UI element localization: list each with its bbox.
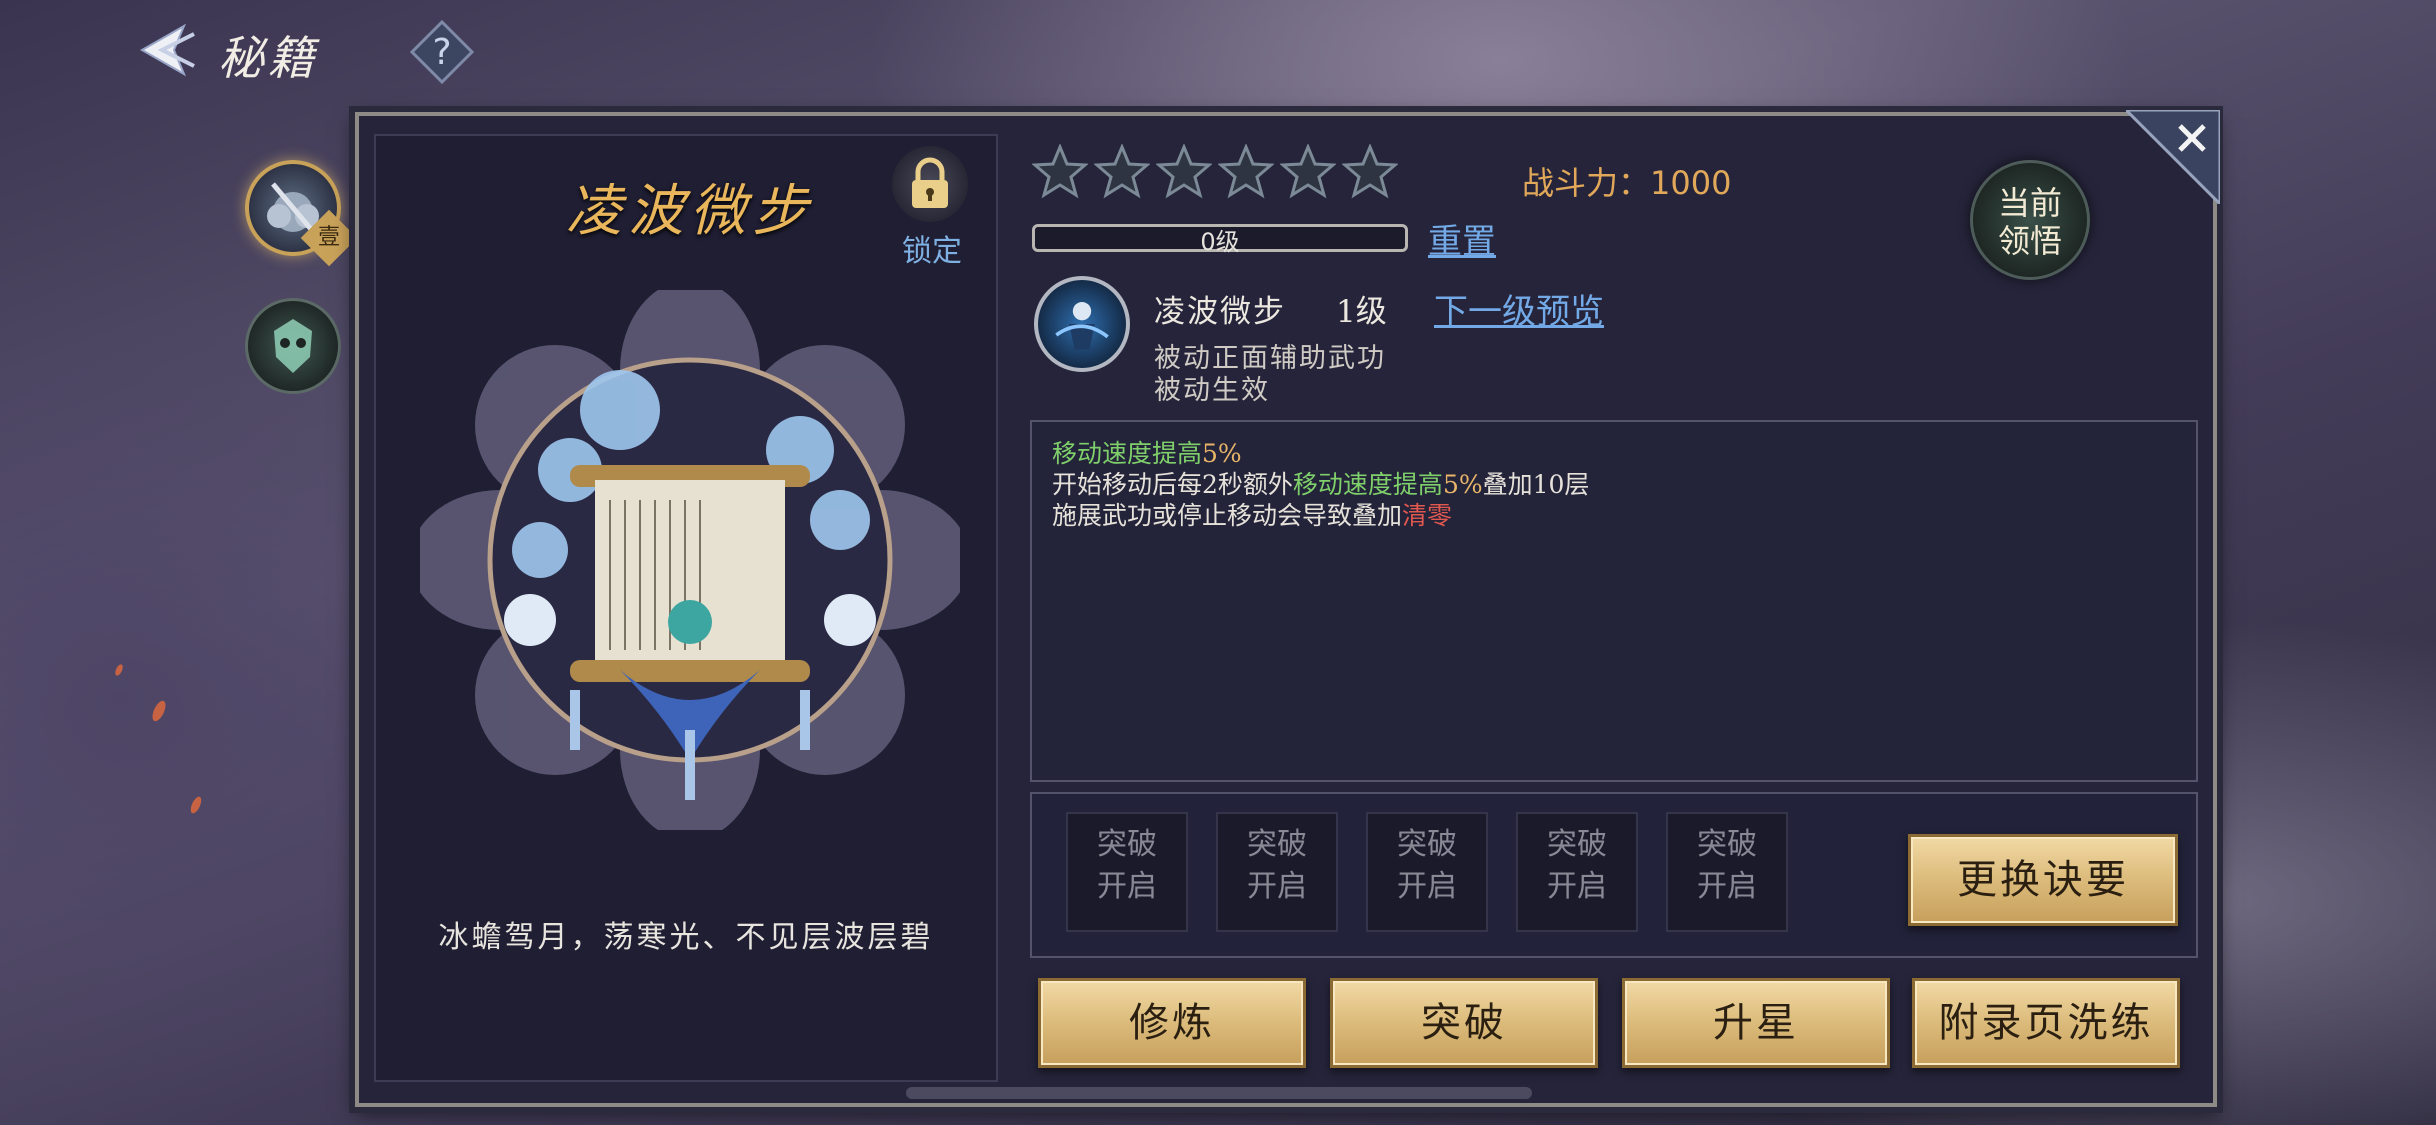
combat-power-label: 战斗力： [1522, 164, 1651, 202]
rank-badge: 壹 [300, 209, 358, 267]
empty-star-icon [1342, 144, 1398, 199]
lock-label[interactable]: 锁定 [890, 226, 974, 270]
empty-star-icon [1218, 144, 1274, 199]
svg-text:?: ? [432, 32, 451, 73]
tab-manual-mask[interactable] [245, 298, 341, 394]
breakthrough-button[interactable]: 突破 [1330, 978, 1598, 1068]
description-line: 施展武功或停止移动会导致叠加清零 [1052, 501, 1453, 530]
current-insight-label[interactable]: 当前 领悟 [1970, 184, 2090, 260]
level-progress-label: 0级 [1200, 228, 1240, 256]
breakthrough-slot-label: 突破 开启 [1247, 827, 1307, 904]
skill-description: 移动速度提高5% 开始移动后每2秒额外移动速度提高5%叠加10层 施展武功或停止… [1052, 438, 1589, 531]
breakthrough-slot-label: 突破 开启 [1697, 827, 1757, 904]
back-arrow-icon[interactable] [128, 20, 198, 80]
description-line: 开始移动后每2秒额外移动速度提高5%叠加10层 [1052, 470, 1590, 499]
skill-level: 1级 [1336, 294, 1387, 330]
lock-button[interactable] [892, 146, 968, 222]
manual-title: 凌波微步 [566, 179, 814, 244]
next-level-preview-link[interactable]: 下一级预览 [1434, 284, 1604, 333]
skill-icon[interactable] [1034, 276, 1130, 372]
page-title: 秘籍 [218, 31, 318, 85]
cultivate-button[interactable]: 修炼 [1038, 978, 1306, 1068]
manual-quote: 冰蟾驾月，荡寒光、不见层波层碧 [438, 920, 934, 955]
breakthrough-slot-label: 突破 开启 [1547, 827, 1607, 904]
star-up-button[interactable]: 升星 [1622, 978, 1890, 1068]
empty-star-icon [1094, 144, 1150, 199]
ember-decoration [113, 663, 125, 677]
description-line: 移动速度提高5% [1052, 439, 1242, 468]
skill-name: 凌波微步 [1154, 294, 1286, 330]
breakthrough-slot-label: 突破 开启 [1097, 827, 1157, 904]
empty-star-icon [1156, 144, 1212, 199]
ember-decoration [149, 698, 169, 724]
reset-link[interactable]: 重置 [1428, 214, 1496, 263]
star-rating [1032, 144, 1398, 200]
tab-manual-qinggong[interactable]: 壹 [245, 160, 358, 267]
help-icon[interactable]: ? [410, 20, 474, 84]
horizontal-scrollbar[interactable] [906, 1087, 1532, 1099]
ember-decoration [188, 795, 204, 815]
swap-key-button[interactable]: 更换诀要 [1908, 834, 2178, 926]
empty-star-icon [1032, 144, 1088, 199]
skill-trigger: 被动生效 [1154, 375, 1270, 406]
breakthrough-slot-label: 突破 开启 [1397, 827, 1457, 904]
combat-power: 战斗力：1000 [1522, 158, 1731, 204]
appendix-refine-button[interactable]: 附录页洗练 [1912, 978, 2180, 1068]
empty-star-icon [1280, 144, 1336, 199]
mask-icon [274, 319, 312, 373]
lock-icon [912, 157, 948, 208]
close-icon[interactable] [2126, 110, 2220, 204]
scroll-artwork-image [420, 290, 960, 830]
combat-power-value: 1000 [1650, 164, 1732, 202]
